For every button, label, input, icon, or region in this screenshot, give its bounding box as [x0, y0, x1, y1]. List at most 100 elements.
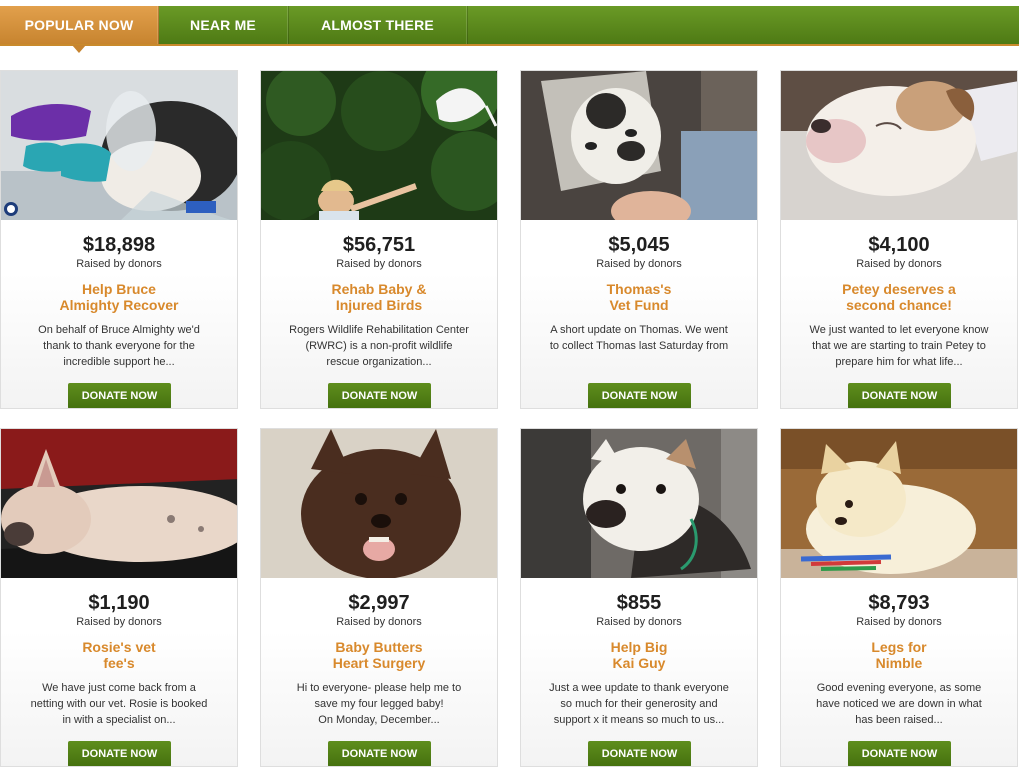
campaign-card-8[interactable]: $8,793 Raised by donors Legs for Nimble …	[780, 428, 1018, 767]
raised-by-donors-label: Raised by donors	[596, 616, 682, 628]
campaign-description: Rogers Wildlife Rehabilitation Center (R…	[275, 322, 483, 370]
campaign-photo[interactable]	[1, 71, 237, 220]
small-brown-dog-image	[261, 429, 497, 578]
desc-line: Rogers Wildlife Rehabilitation Center	[289, 324, 469, 336]
raised-by-donors-label: Raised by donors	[336, 616, 422, 628]
desc-line: We have just come back from a	[42, 682, 196, 694]
desc-line: We just wanted to let everyone know	[809, 324, 989, 336]
tab-near-me[interactable]: NEAR ME	[158, 6, 289, 44]
desc-line: that we are starting to train Petey to	[812, 340, 986, 352]
desc-line: rescue organization...	[326, 356, 432, 368]
campaign-title[interactable]: Petey deserves a second chance!	[791, 281, 1007, 313]
campaign-photo[interactable]	[521, 429, 757, 578]
campaign-title[interactable]: Rosie's vet fee's	[11, 639, 227, 671]
category-tab-bar: POPULAR NOW NEAR ME ALMOST THERE	[0, 6, 1019, 53]
title-line[interactable]: Kai Guy	[531, 655, 747, 671]
campaign-title[interactable]: Legs for Nimble	[791, 639, 1007, 671]
title-line[interactable]: Legs for	[791, 639, 1007, 655]
tab-popular-now[interactable]: POPULAR NOW	[0, 6, 159, 53]
title-line[interactable]: Baby Butters	[271, 639, 487, 655]
title-line[interactable]: Vet Fund	[531, 297, 747, 313]
desc-line: On Monday, December...	[318, 714, 440, 726]
desc-line: On behalf of Bruce Almighty we'd	[38, 324, 200, 336]
donate-now-button[interactable]: DONATE NOW	[588, 741, 691, 766]
campaign-photo[interactable]	[781, 71, 1017, 220]
desc-line: Hi to everyone- please help me to	[296, 682, 462, 694]
amount-raised: $1,190	[88, 592, 150, 614]
campaign-title[interactable]: Thomas's Vet Fund	[531, 281, 747, 313]
campaign-description: We just wanted to let everyone know that…	[795, 322, 1003, 370]
donate-now-button[interactable]: DONATE NOW	[848, 741, 951, 766]
campaign-description: On behalf of Bruce Almighty we'd thank t…	[15, 322, 223, 370]
campaign-title[interactable]: Help Big Kai Guy	[531, 639, 747, 671]
title-line[interactable]: fee's	[11, 655, 227, 671]
campaign-photo[interactable]	[781, 429, 1017, 578]
desc-line: thank to thank everyone for the	[43, 340, 195, 352]
desc-line: have noticed we are down in what	[816, 698, 982, 710]
desc-line: Good evening everyone, as some	[816, 682, 982, 694]
title-line[interactable]: second chance!	[791, 297, 1007, 313]
donate-now-button[interactable]: DONATE NOW	[588, 383, 691, 408]
title-line[interactable]: Injured Birds	[271, 297, 487, 313]
desc-line: save my four legged baby!	[314, 698, 444, 710]
desc-line: so much for their generosity and	[560, 698, 718, 710]
raised-by-donors-label: Raised by donors	[856, 258, 942, 270]
campaign-card-7[interactable]: $855 Raised by donors Help Big Kai Guy J…	[520, 428, 758, 767]
cat-in-cone-with-bandages-image	[1, 71, 237, 220]
title-line[interactable]: Help Bruce	[11, 281, 227, 297]
tab-almost-there[interactable]: ALMOST THERE	[288, 6, 468, 44]
donate-now-button[interactable]: DONATE NOW	[68, 383, 171, 408]
raised-by-donors-label: Raised by donors	[76, 258, 162, 270]
title-line[interactable]: Help Big	[531, 639, 747, 655]
desc-line: A short update on Thomas. We went	[550, 324, 728, 336]
campaign-description: Just a wee update to thank everyone so m…	[535, 680, 743, 728]
title-line[interactable]: Rehab Baby &	[271, 281, 487, 297]
campaign-card-2[interactable]: $56,751 Raised by donors Rehab Baby & In…	[260, 70, 498, 409]
donate-now-button[interactable]: DONATE NOW	[68, 741, 171, 766]
desc-line: prepare him for what life...	[835, 356, 963, 368]
bulldog-in-hoodie-image	[521, 429, 757, 578]
donate-now-button[interactable]: DONATE NOW	[328, 741, 431, 766]
title-line[interactable]: Nimble	[791, 655, 1007, 671]
raised-by-donors-label: Raised by donors	[76, 616, 162, 628]
campaign-title[interactable]: Rehab Baby & Injured Birds	[271, 281, 487, 313]
campaign-card-3[interactable]: $5,045 Raised by donors Thomas's Vet Fun…	[520, 70, 758, 409]
amount-raised: $2,997	[348, 592, 410, 614]
title-line[interactable]: Almighty Recover	[11, 297, 227, 313]
desc-line: incredible support he...	[63, 356, 175, 368]
french-bulldog-lying-image	[1, 429, 237, 578]
title-line[interactable]: Petey deserves a	[791, 281, 1007, 297]
campaign-title[interactable]: Baby Butters Heart Surgery	[271, 639, 487, 671]
campaign-photo[interactable]	[1, 429, 237, 578]
amount-raised: $4,100	[868, 234, 930, 256]
desc-line: Just a wee update to thank everyone	[549, 682, 729, 694]
campaign-title[interactable]: Help Bruce Almighty Recover	[11, 281, 227, 313]
desc-line: in with a specialist on...	[62, 714, 176, 726]
raised-by-donors-label: Raised by donors	[856, 616, 942, 628]
campaign-card-1[interactable]: $18,898 Raised by donors Help Bruce Almi…	[0, 70, 238, 409]
campaign-card-6[interactable]: $2,997 Raised by donors Baby Butters Hea…	[260, 428, 498, 767]
campaign-description: Hi to everyone- please help me to save m…	[275, 680, 483, 728]
desc-line: netting with our vet. Rosie is booked	[30, 698, 208, 710]
campaign-photo[interactable]	[261, 429, 497, 578]
title-line[interactable]: Thomas's	[531, 281, 747, 297]
raised-by-donors-label: Raised by donors	[596, 258, 682, 270]
campaign-photo[interactable]	[521, 71, 757, 220]
desc-line: has been raised...	[855, 714, 943, 726]
amount-raised: $855	[616, 592, 662, 614]
cat-in-cone-image	[521, 71, 757, 220]
amount-raised: $56,751	[342, 234, 416, 256]
puppy-with-toy-image	[781, 429, 1017, 578]
campaign-photo[interactable]	[261, 71, 497, 220]
title-line[interactable]: Heart Surgery	[271, 655, 487, 671]
campaign-card-5[interactable]: $1,190 Raised by donors Rosie's vet fee'…	[0, 428, 238, 767]
campaign-card-4[interactable]: $4,100 Raised by donors Petey deserves a…	[780, 70, 1018, 409]
desc-line: support x it means so much to us...	[553, 714, 725, 726]
donate-now-button[interactable]: DONATE NOW	[848, 383, 951, 408]
desc-line: (RWRC) is a non-profit wildlife	[305, 340, 453, 352]
title-line[interactable]: Rosie's vet	[11, 639, 227, 655]
raised-by-donors-label: Raised by donors	[336, 258, 422, 270]
amount-raised: $5,045	[608, 234, 670, 256]
donate-now-button[interactable]: DONATE NOW	[328, 383, 431, 408]
desc-line: to collect Thomas last Saturday from	[549, 340, 729, 352]
